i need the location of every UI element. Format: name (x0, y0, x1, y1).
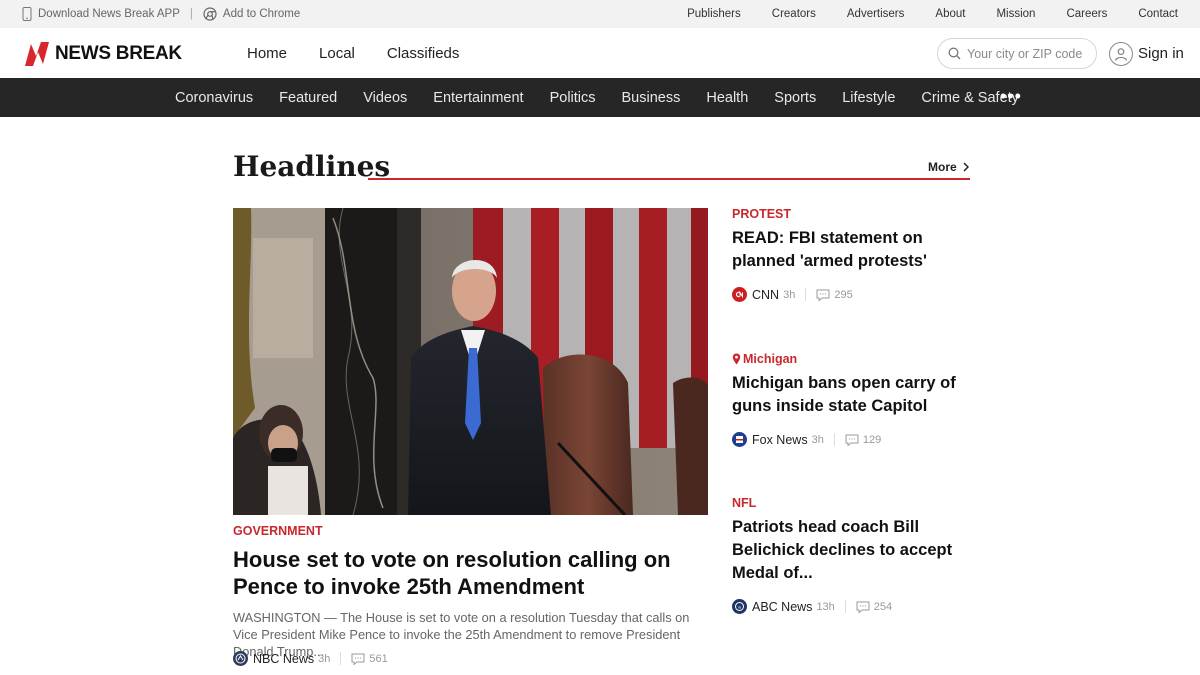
location-search-input[interactable] (967, 46, 1087, 61)
add-to-chrome-link[interactable]: Add to Chrome (203, 7, 300, 21)
story-location[interactable]: Michigan (732, 352, 972, 366)
sign-in-label: Sign in (1138, 45, 1184, 62)
meta-divider (340, 652, 342, 665)
category-politics[interactable]: Politics (550, 90, 596, 106)
cnn-icon (732, 287, 747, 302)
topbar-link-about[interactable]: About (935, 8, 965, 20)
logo-text: NEWS BREAK (55, 43, 182, 64)
location-pin-icon (732, 353, 741, 365)
category-videos[interactable]: Videos (363, 90, 407, 106)
story-headline[interactable]: Michigan bans open carry of guns inside … (732, 372, 972, 418)
story-age: 3h (811, 433, 824, 446)
category-bar: Coronavirus Featured Videos Entertainmen… (0, 78, 1200, 117)
meta-divider (844, 600, 846, 613)
sign-in-button[interactable]: Sign in (1109, 38, 1184, 69)
story-age: 13h (816, 600, 835, 613)
story-headline[interactable]: READ: FBI statement on planned 'armed pr… (732, 227, 972, 273)
more-label: More (928, 160, 957, 174)
story-headline[interactable]: Patriots head coach Bill Belichick decli… (732, 516, 972, 585)
meta-divider (833, 433, 835, 446)
topbar-link-careers[interactable]: Careers (1066, 8, 1107, 20)
feature-category[interactable]: GOVERNMENT (233, 524, 323, 538)
story-location-label: Michigan (743, 352, 798, 366)
top-utility-bar: Download News Break APP | Add to Chrome … (0, 0, 1200, 28)
nav-home[interactable]: Home (247, 45, 287, 62)
story-source[interactable]: Fox News (752, 433, 808, 447)
chevron-right-icon (963, 162, 969, 172)
story-meta: a ABC News 13h 254 (732, 599, 972, 614)
topbar-link-mission[interactable]: Mission (996, 8, 1035, 20)
feature-headline[interactable]: House set to vote on resolution calling … (233, 546, 713, 600)
story-source[interactable]: ABC News (752, 600, 812, 614)
feature-image[interactable] (233, 208, 708, 515)
story-category[interactable]: PROTEST (732, 207, 972, 221)
topbar-link-contact[interactable]: Contact (1138, 8, 1178, 20)
comment-icon[interactable] (816, 289, 830, 301)
nav-local[interactable]: Local (319, 45, 355, 62)
side-story: PROTEST READ: FBI statement on planned '… (732, 207, 972, 302)
story-comment-count: 254 (873, 600, 893, 613)
section-title: Headlines (233, 150, 391, 183)
location-search[interactable] (937, 38, 1097, 69)
story-source[interactable]: CNN (752, 288, 779, 302)
nbc-news-icon (233, 651, 248, 666)
download-app-link[interactable]: Download News Break APP (22, 7, 180, 21)
topbar-link-creators[interactable]: Creators (772, 8, 816, 20)
feature-source[interactable]: NBC News (253, 652, 314, 666)
comment-icon[interactable] (845, 434, 859, 446)
story-meta: CNN 3h 295 (732, 287, 972, 302)
feature-comment-count: 561 (369, 652, 388, 665)
topbar-link-publishers[interactable]: Publishers (687, 8, 741, 20)
feature-photo (233, 208, 708, 515)
add-to-chrome-label: Add to Chrome (222, 8, 301, 20)
svg-text:a: a (738, 604, 741, 609)
search-icon (948, 47, 961, 60)
category-health[interactable]: Health (706, 90, 748, 106)
newsbreak-logo-icon (25, 42, 49, 66)
more-categories-icon[interactable]: ••• (1000, 86, 1022, 107)
story-age: 3h (783, 288, 796, 301)
comment-icon[interactable] (351, 653, 365, 665)
category-sports[interactable]: Sports (774, 90, 816, 106)
divider: | (189, 8, 193, 20)
story-category[interactable]: NFL (732, 496, 972, 510)
category-entertainment[interactable]: Entertainment (433, 90, 523, 106)
feature-age: 3h (318, 652, 331, 665)
main-header: NEWS BREAK Home Local Classifieds Sign i… (0, 28, 1200, 78)
more-headlines-link[interactable]: More (928, 160, 969, 174)
download-app-label: Download News Break APP (38, 8, 180, 20)
category-lifestyle[interactable]: Lifestyle (842, 90, 895, 106)
side-story: NFL Patriots head coach Bill Belichick d… (732, 496, 972, 614)
feature-meta: NBC News 3h 561 (233, 651, 388, 666)
category-coronavirus[interactable]: Coronavirus (175, 90, 253, 106)
fox-news-icon (732, 432, 747, 447)
newsbreak-logo[interactable]: NEWS BREAK (23, 40, 182, 68)
side-story: Michigan Michigan bans open carry of gun… (732, 352, 972, 447)
user-icon (1109, 41, 1133, 66)
topbar-link-advertisers[interactable]: Advertisers (847, 8, 905, 20)
meta-divider (805, 288, 807, 301)
category-featured[interactable]: Featured (279, 90, 337, 106)
story-comment-count: 129 (862, 433, 882, 446)
chrome-icon (203, 7, 217, 21)
category-business[interactable]: Business (622, 90, 681, 106)
comment-icon[interactable] (856, 601, 870, 613)
nav-classifieds[interactable]: Classifieds (387, 45, 460, 62)
story-comment-count: 295 (834, 288, 853, 301)
story-meta: Fox News 3h 129 (732, 432, 972, 447)
abc-news-icon: a (732, 599, 747, 614)
section-divider (368, 178, 970, 180)
main-nav: Home Local Classifieds (247, 28, 459, 78)
phone-icon (22, 7, 32, 21)
